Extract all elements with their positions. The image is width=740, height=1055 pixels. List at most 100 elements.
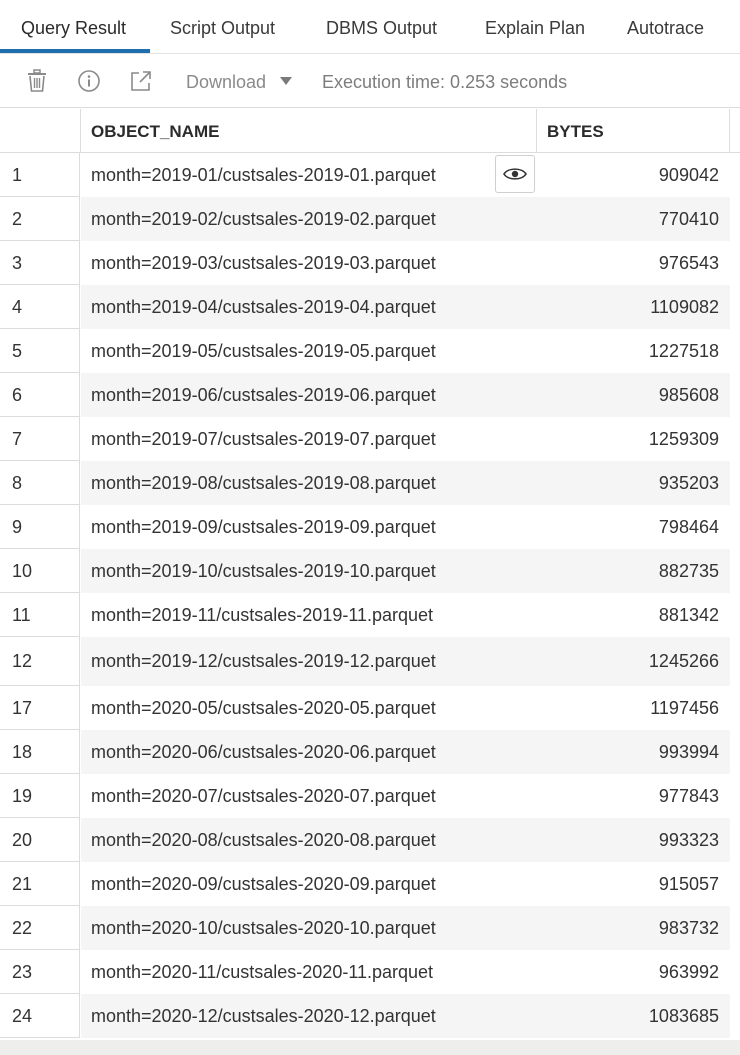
table-row[interactable]: 3 month=2019-03/custsales-2019-03.parquet… <box>0 241 740 285</box>
view-cell-button[interactable] <box>495 155 535 193</box>
cell-object-name[interactable]: month=2020-08/custsales-2020-08.parquet <box>81 818 537 862</box>
eye-icon <box>503 168 527 180</box>
cell-object-name[interactable]: month=2019-02/custsales-2019-02.parquet <box>81 197 537 241</box>
table-row[interactable]: 10 month=2019-10/custsales-2019-10.parque… <box>0 549 740 593</box>
cell-bytes[interactable]: 1259309 <box>537 417 730 461</box>
table-row[interactable]: 7 month=2019-07/custsales-2019-07.parquet… <box>0 417 740 461</box>
execution-time: Execution time: 0.253 seconds <box>322 72 568 92</box>
table-row[interactable]: 12 month=2019-12/custsales-2019-12.parque… <box>0 637 740 686</box>
trash-icon[interactable] <box>24 68 50 94</box>
cell-bytes[interactable]: 881342 <box>537 593 730 637</box>
cell-object-name[interactable]: month=2019-11/custsales-2019-11.parquet <box>81 593 537 637</box>
row-number: 2 <box>0 197 80 241</box>
row-number: 22 <box>0 906 80 950</box>
cell-object-name[interactable]: month=2019-04/custsales-2019-04.parquet <box>81 285 537 329</box>
table-row[interactable]: 17 month=2020-05/custsales-2020-05.parque… <box>0 686 740 730</box>
row-number: 7 <box>0 417 80 461</box>
tab-autotrace[interactable]: Autotrace <box>627 0 704 54</box>
cell-bytes[interactable]: 1245266 <box>537 637 730 686</box>
cell-object-name[interactable]: month=2020-07/custsales-2020-07.parquet <box>81 774 537 818</box>
row-number: 21 <box>0 862 80 906</box>
download-button[interactable]: Download <box>186 68 293 96</box>
cell-object-name[interactable]: month=2019-10/custsales-2019-10.parquet <box>81 549 537 593</box>
row-number-header <box>0 109 81 153</box>
cell-bytes[interactable]: 1227518 <box>537 329 730 373</box>
cell-object-name[interactable]: month=2020-09/custsales-2020-09.parquet <box>81 862 537 906</box>
grid-header: OBJECT_NAME BYTES <box>0 109 740 153</box>
cell-object-name[interactable]: month=2020-11/custsales-2020-11.parquet <box>81 950 537 994</box>
row-number: 4 <box>0 285 80 329</box>
table-row[interactable]: 9 month=2019-09/custsales-2019-09.parquet… <box>0 505 740 549</box>
table-row[interactable]: 1 month=2019-01/custsales-2019-01.parquet… <box>0 153 740 197</box>
open-external-icon[interactable] <box>128 68 154 94</box>
cell-bytes[interactable]: 993323 <box>537 818 730 862</box>
active-tab-indicator <box>0 49 150 53</box>
cell-bytes[interactable]: 1083685 <box>537 994 730 1038</box>
row-number: 12 <box>0 637 80 686</box>
table-row[interactable]: 22 month=2020-10/custsales-2020-10.parque… <box>0 906 740 950</box>
row-number: 23 <box>0 950 80 994</box>
row-number: 19 <box>0 774 80 818</box>
row-number: 5 <box>0 329 80 373</box>
row-number: 10 <box>0 549 80 593</box>
cell-bytes[interactable]: 1197456 <box>537 686 730 730</box>
table-row[interactable]: 19 month=2020-07/custsales-2020-07.parque… <box>0 774 740 818</box>
result-toolbar: Download Execution time: 0.253 seconds <box>0 54 740 108</box>
table-row[interactable]: 21 month=2020-09/custsales-2020-09.parque… <box>0 862 740 906</box>
tab-dbms-output[interactable]: DBMS Output <box>326 0 437 54</box>
cell-bytes[interactable]: 935203 <box>537 461 730 505</box>
row-number: 9 <box>0 505 80 549</box>
cell-bytes[interactable]: 963992 <box>537 950 730 994</box>
cell-object-name[interactable]: month=2019-07/custsales-2019-07.parquet <box>81 417 537 461</box>
cell-bytes[interactable]: 985608 <box>537 373 730 417</box>
table-row[interactable]: 11 month=2019-11/custsales-2019-11.parque… <box>0 593 740 637</box>
cell-bytes[interactable]: 909042 <box>537 153 730 197</box>
cell-bytes[interactable]: 977843 <box>537 774 730 818</box>
cell-bytes[interactable]: 993994 <box>537 730 730 774</box>
result-grid: OBJECT_NAME BYTES 1 month=2019-01/custsal… <box>0 109 740 1039</box>
row-number: 24 <box>0 994 80 1038</box>
row-number: 18 <box>0 730 80 774</box>
table-row[interactable]: 18 month=2020-06/custsales-2020-06.parque… <box>0 730 740 774</box>
cell-object-name[interactable]: month=2019-12/custsales-2019-12.parquet <box>81 637 537 686</box>
cell-bytes[interactable]: 882735 <box>537 549 730 593</box>
cell-object-name[interactable]: month=2019-06/custsales-2019-06.parquet <box>81 373 537 417</box>
table-row[interactable]: 23 month=2020-11/custsales-2020-11.parque… <box>0 950 740 994</box>
table-row[interactable]: 20 month=2020-08/custsales-2020-08.parque… <box>0 818 740 862</box>
row-number: 17 <box>0 686 80 730</box>
tab-script-output[interactable]: Script Output <box>170 0 275 54</box>
table-row[interactable]: 8 month=2019-08/custsales-2019-08.parquet… <box>0 461 740 505</box>
cell-object-name[interactable]: month=2020-12/custsales-2020-12.parquet <box>81 994 537 1038</box>
table-row[interactable]: 4 month=2019-04/custsales-2019-04.parquet… <box>0 285 740 329</box>
cell-bytes[interactable]: 976543 <box>537 241 730 285</box>
row-number: 1 <box>0 153 80 197</box>
table-row[interactable]: 5 month=2019-05/custsales-2019-05.parquet… <box>0 329 740 373</box>
table-row[interactable]: 6 month=2019-06/custsales-2019-06.parquet… <box>0 373 740 417</box>
tab-query-result[interactable]: Query Result <box>21 0 126 54</box>
column-header-object-name[interactable]: OBJECT_NAME <box>81 109 537 153</box>
cell-object-name[interactable]: month=2019-08/custsales-2019-08.parquet <box>81 461 537 505</box>
cell-object-name[interactable]: month=2020-06/custsales-2020-06.parquet <box>81 730 537 774</box>
cell-object-name[interactable]: month=2019-03/custsales-2019-03.parquet <box>81 241 537 285</box>
cell-bytes[interactable]: 983732 <box>537 906 730 950</box>
cell-object-name[interactable]: month=2020-10/custsales-2020-10.parquet <box>81 906 537 950</box>
cell-object-name[interactable]: month=2020-05/custsales-2020-05.parquet <box>81 686 537 730</box>
cell-bytes[interactable]: 915057 <box>537 862 730 906</box>
cell-object-name[interactable]: month=2019-05/custsales-2019-05.parquet <box>81 329 537 373</box>
footer-strip <box>0 1040 740 1055</box>
row-number: 11 <box>0 593 80 637</box>
table-row[interactable]: 2 month=2019-02/custsales-2019-02.parquet… <box>0 197 740 241</box>
tab-explain-plan[interactable]: Explain Plan <box>485 0 585 54</box>
cell-bytes[interactable]: 770410 <box>537 197 730 241</box>
info-icon[interactable] <box>76 68 102 94</box>
cell-bytes[interactable]: 1109082 <box>537 285 730 329</box>
cell-object-name[interactable]: month=2019-01/custsales-2019-01.parquet <box>81 153 537 197</box>
cell-object-name[interactable]: month=2019-09/custsales-2019-09.parquet <box>81 505 537 549</box>
chevron-down-icon <box>280 77 293 86</box>
table-row[interactable]: 24 month=2020-12/custsales-2020-12.parque… <box>0 994 740 1038</box>
row-number: 8 <box>0 461 80 505</box>
cell-bytes[interactable]: 798464 <box>537 505 730 549</box>
row-number: 20 <box>0 818 80 862</box>
column-header-bytes[interactable]: BYTES <box>537 109 730 153</box>
result-tabs: Query Result Script Output DBMS Output E… <box>0 0 740 54</box>
